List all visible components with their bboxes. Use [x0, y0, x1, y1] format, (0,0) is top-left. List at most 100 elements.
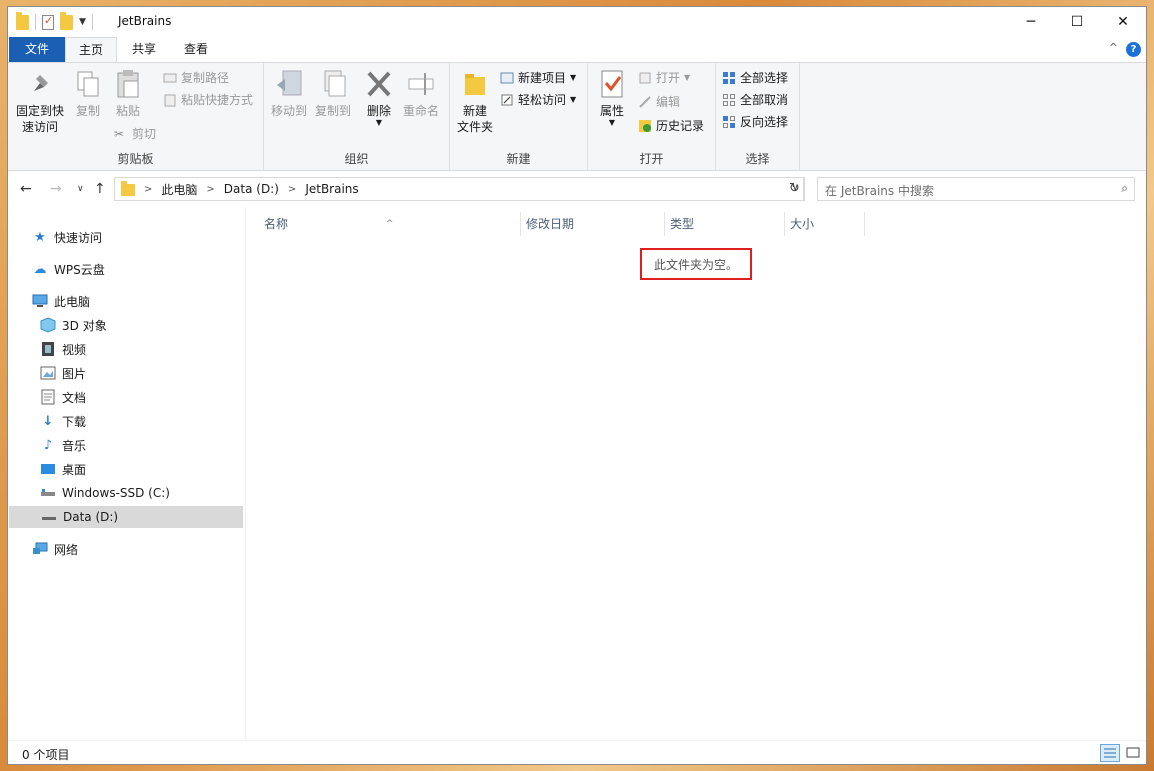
open-icon: [638, 71, 652, 85]
easy-access-label: 轻松访问: [518, 93, 567, 107]
divider: [91, 14, 93, 30]
open-group: 属性 ▼ 打开 ▼ 编辑 历史记录 打开: [588, 63, 716, 171]
nav-item-this-pc[interactable]: 此电脑: [32, 290, 90, 312]
chevron-down-icon: ▼: [570, 73, 577, 82]
select-all-button[interactable]: 全部选择: [722, 69, 788, 86]
video-icon: [40, 341, 56, 357]
recent-locations-icon[interactable]: ∨: [77, 184, 84, 194]
cloud-icon: ☁: [33, 261, 47, 277]
rename-button[interactable]: 重命名: [400, 69, 442, 119]
nav-label: 图片: [62, 366, 87, 381]
document-icon: [40, 389, 56, 405]
nav-item-drive-c[interactable]: Windows-SSD (C:): [40, 482, 170, 504]
address-bar[interactable]: > 此电脑 > Data (D:) > JetBrains ∨: [114, 177, 804, 201]
breadcrumb-jetbrains[interactable]: JetBrains: [305, 182, 358, 196]
tab-home[interactable]: 主页: [65, 37, 117, 62]
collapse-ribbon-icon[interactable]: ^: [1109, 41, 1118, 54]
explorer-window: ▼ JetBrains ─ ☐ ✕ 文件 主页 共享 查看 ^ ? 固定到快 速…: [7, 6, 1147, 765]
nav-item-downloads[interactable]: ↓ 下载: [40, 410, 86, 432]
nav-item-3d-objects[interactable]: 3D 对象: [40, 314, 107, 336]
nav-item-drive-d[interactable]: Data (D:): [9, 506, 243, 528]
nav-label: Windows-SSD (C:): [62, 486, 170, 500]
forward-arrow-icon[interactable]: →: [50, 181, 62, 197]
close-button[interactable]: ✕: [1100, 7, 1146, 37]
properties-button[interactable]: 属性 ▼: [594, 69, 630, 127]
nav-label: 下载: [62, 414, 87, 429]
properties-icon[interactable]: [42, 14, 54, 30]
copy-path-icon: [163, 71, 177, 85]
tab-file[interactable]: 文件: [9, 37, 65, 62]
search-icon[interactable]: ⌕: [1121, 181, 1128, 196]
edit-button[interactable]: 编辑: [638, 93, 680, 110]
up-arrow-icon[interactable]: ↑: [94, 181, 106, 197]
properties-dropdown-icon[interactable]: ▼: [594, 119, 630, 127]
chevron-down-icon: ▼: [570, 95, 577, 104]
column-header-name[interactable]: 名称 ^: [246, 212, 521, 236]
minimize-button[interactable]: ─: [1008, 7, 1054, 37]
nav-item-wps-cloud[interactable]: ☁ WPS云盘: [32, 258, 105, 280]
select-none-button[interactable]: 全部取消: [722, 91, 788, 108]
open-button[interactable]: 打开 ▼: [638, 69, 690, 86]
easy-access-button[interactable]: 轻松访问 ▼: [500, 91, 576, 108]
chevron-right-icon[interactable]: >: [288, 184, 296, 195]
nav-label: 文档: [62, 390, 87, 405]
cut-button[interactable]: ✂ 剪切: [114, 125, 156, 142]
delete-button[interactable]: 删除 ▼: [362, 69, 396, 127]
network-icon: [32, 541, 48, 557]
pin-icon: [26, 69, 54, 99]
new-folder-icon[interactable]: [60, 11, 73, 30]
tab-share[interactable]: 共享: [118, 37, 170, 62]
copy-button[interactable]: 复制: [70, 69, 106, 119]
paste-button[interactable]: 粘贴: [110, 69, 146, 119]
search-placeholder: 在 JetBrains 中搜索: [825, 184, 934, 198]
customize-qat-icon[interactable]: ▼: [79, 17, 86, 27]
help-icon[interactable]: ?: [1126, 42, 1141, 57]
chevron-right-icon[interactable]: >: [206, 184, 214, 195]
nav-item-documents[interactable]: 文档: [40, 386, 86, 408]
invert-selection-button[interactable]: 反向选择: [722, 113, 788, 130]
history-label: 历史记录: [656, 119, 705, 133]
nav-item-desktop[interactable]: 桌面: [40, 458, 86, 480]
empty-folder-message: 此文件夹为空。: [640, 248, 752, 280]
easy-access-icon: [500, 93, 514, 107]
details-view-button[interactable]: [1100, 744, 1120, 762]
large-icons-view-button[interactable]: [1123, 744, 1143, 762]
folder-icon: [121, 181, 135, 196]
divider: [35, 14, 36, 30]
column-header-modified[interactable]: 修改日期: [521, 212, 665, 236]
column-header-size[interactable]: 大小: [785, 212, 865, 236]
copy-to-icon: [319, 69, 347, 99]
column-header-type[interactable]: 类型: [665, 212, 785, 236]
delete-dropdown-icon[interactable]: ▼: [362, 119, 396, 127]
copy-to-button[interactable]: 复制到: [312, 69, 354, 119]
search-input[interactable]: 在 JetBrains 中搜索 ⌕: [817, 177, 1135, 201]
chevron-right-icon[interactable]: >: [144, 184, 152, 195]
nav-item-quick-access[interactable]: ★ 快速访问: [32, 226, 102, 248]
new-folder-button[interactable]: 新建 文件夹: [456, 69, 494, 135]
maximize-button[interactable]: ☐: [1054, 7, 1100, 37]
breadcrumb-this-pc[interactable]: 此电脑: [161, 181, 197, 198]
nav-item-music[interactable]: ♪ 音乐: [40, 434, 86, 456]
new-folder-icon: [461, 69, 489, 99]
pin-quick-access-button[interactable]: 固定到快 速访问: [14, 69, 66, 135]
folder-icon: [16, 11, 29, 30]
quick-access-toolbar: ▼: [16, 11, 93, 30]
copy-to-label: 复制到: [314, 104, 351, 118]
move-to-button[interactable]: 移动到: [268, 69, 310, 119]
select-none-icon: [722, 93, 736, 107]
pin-label-2: 速访问: [21, 120, 58, 134]
back-arrow-icon[interactable]: ←: [20, 181, 32, 197]
breadcrumb-data-drive[interactable]: Data (D:): [224, 182, 279, 196]
new-item-button[interactable]: 新建项目 ▼: [500, 69, 576, 86]
details-view-icon: [1104, 748, 1116, 758]
tab-view[interactable]: 查看: [170, 37, 222, 62]
nav-item-videos[interactable]: 视频: [40, 338, 86, 360]
paste-shortcut-button[interactable]: 粘贴快捷方式: [163, 91, 253, 108]
history-button[interactable]: 历史记录: [638, 117, 704, 134]
nav-item-network[interactable]: 网络: [32, 538, 78, 560]
nav-label: 快速访问: [54, 230, 103, 245]
delete-x-icon: [365, 69, 393, 99]
copy-path-button[interactable]: 复制路径: [163, 69, 229, 86]
refresh-button[interactable]: ↻: [785, 177, 805, 201]
nav-item-pictures[interactable]: 图片: [40, 362, 86, 384]
